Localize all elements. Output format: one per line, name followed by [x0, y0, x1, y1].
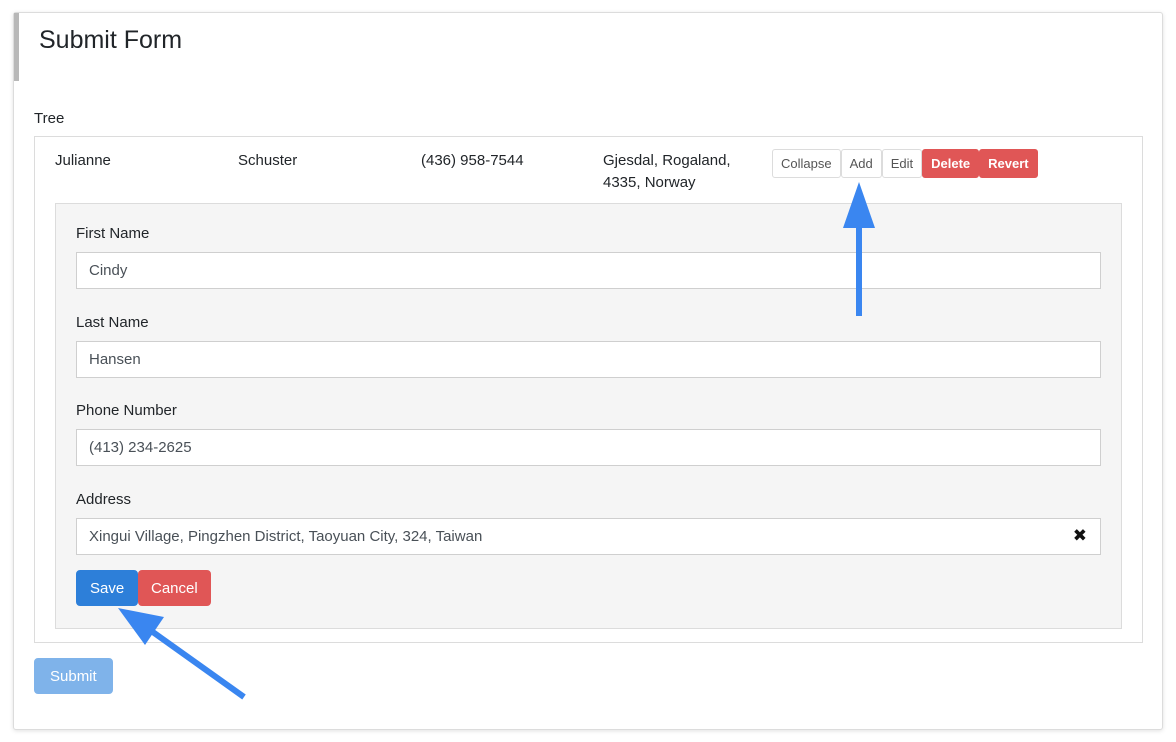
first-name-input[interactable]	[76, 252, 1101, 289]
close-icon[interactable]: ✖	[1073, 526, 1087, 546]
cancel-button[interactable]: Cancel	[138, 570, 211, 606]
tree-row-first-name: Julianne	[55, 152, 111, 169]
add-button[interactable]: Add	[840, 149, 882, 178]
card-header: Submit Form	[14, 13, 1162, 81]
last-name-input[interactable]	[76, 341, 1101, 378]
address-label: Address	[76, 491, 132, 508]
phone-number-label: Phone Number	[76, 402, 177, 419]
phone-number-input[interactable]	[76, 429, 1101, 466]
tree-row-phone: (436) 958-7544	[421, 152, 524, 169]
tree-row-address-line1: Gjesdal, Rogaland,	[603, 152, 731, 169]
save-button[interactable]: Save	[76, 570, 139, 606]
delete-button[interactable]: Delete	[922, 149, 980, 178]
submit-button[interactable]: Submit	[34, 658, 113, 694]
tree-row-address: Gjesdal, Rogaland, 4335, Norway	[603, 150, 743, 194]
edit-button[interactable]: Edit	[881, 149, 923, 178]
revert-button[interactable]: Revert	[979, 149, 1038, 178]
page-title: Submit Form	[39, 26, 183, 54]
row-action-buttons: Collapse Add Edit Delete Revert	[772, 149, 1038, 178]
collapse-button[interactable]: Collapse	[772, 149, 841, 178]
tree-row-address-line2: 4335, Norway	[603, 174, 696, 191]
tree-label: Tree	[34, 110, 65, 127]
last-name-label: Last Name	[76, 314, 149, 331]
address-input[interactable]	[76, 518, 1101, 555]
first-name-label: First Name	[76, 225, 150, 242]
tree-container: Julianne Schuster (436) 958-7544 Gjesdal…	[34, 136, 1143, 643]
edit-form-panel: First Name Last Name Phone Number Addres…	[55, 203, 1122, 629]
tree-row-last-name: Schuster	[238, 152, 298, 169]
form-card: Submit Form Tree Julianne Schuster (436)…	[13, 12, 1163, 730]
